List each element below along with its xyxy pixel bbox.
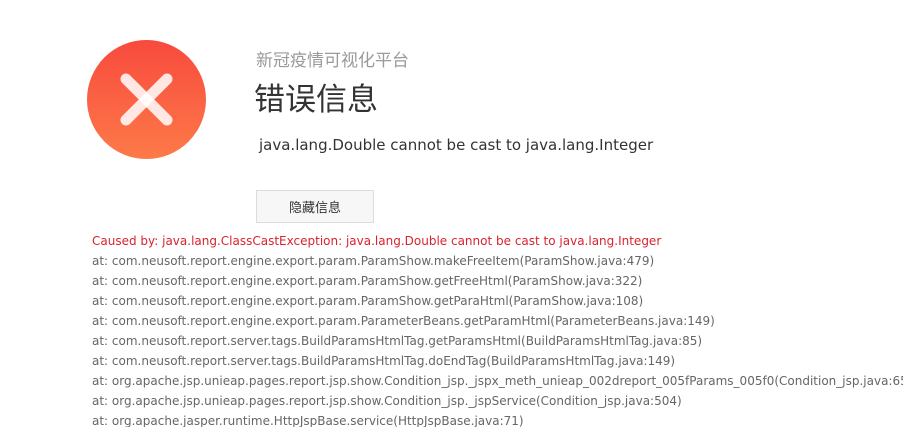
caused-by-line: Caused by: java.lang.ClassCastException:…	[92, 234, 662, 248]
stack-trace-line: at: org.apache.jasper.runtime.HttpJspBas…	[92, 414, 524, 427]
error-badge	[87, 40, 206, 159]
stack-trace-line: at: org.apache.jsp.unieap.pages.report.j…	[92, 394, 682, 408]
stack-trace-line: at: com.neusoft.report.server.tags.Build…	[92, 354, 676, 368]
stack-trace-line: at: org.apache.jsp.unieap.pages.report.j…	[92, 374, 903, 388]
hide-details-button[interactable]: 隐藏信息	[256, 190, 374, 223]
error-message: java.lang.Double cannot be cast to java.…	[259, 136, 654, 154]
stack-trace-line: at: com.neusoft.report.engine.export.par…	[92, 314, 715, 328]
stack-trace-line: at: com.neusoft.report.engine.export.par…	[92, 294, 644, 308]
stack-trace-line: at: com.neusoft.report.server.tags.Build…	[92, 334, 703, 348]
page-title: 错误信息	[254, 82, 378, 118]
stack-trace: Caused by: java.lang.ClassCastException:…	[92, 231, 903, 427]
close-icon	[120, 73, 173, 126]
stack-trace-line: at: com.neusoft.report.engine.export.par…	[92, 254, 655, 268]
stack-trace-line: at: com.neusoft.report.engine.export.par…	[92, 274, 643, 288]
error-page: 新冠疫情可视化平台 错误信息 java.lang.Double cannot b…	[0, 0, 903, 427]
app-title: 新冠疫情可视化平台	[256, 51, 409, 71]
